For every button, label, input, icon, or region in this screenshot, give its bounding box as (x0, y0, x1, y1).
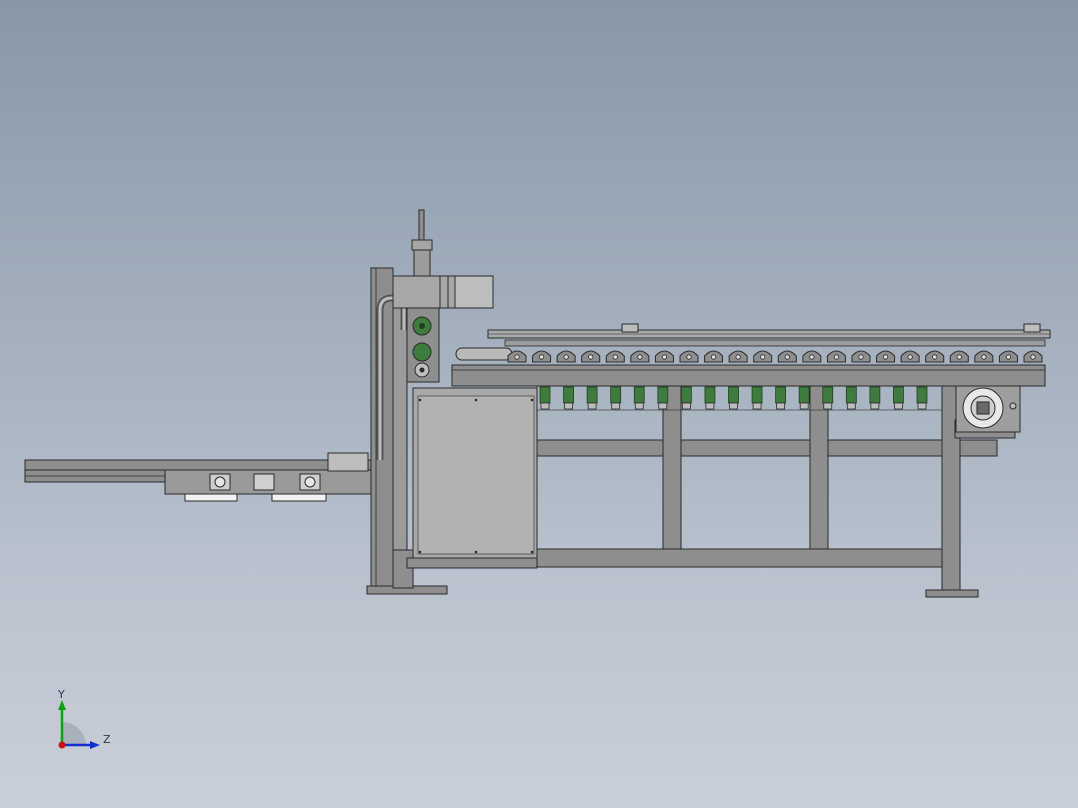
frame-top-beam (451, 364, 1046, 387)
arm-bearing-block-2 (253, 473, 275, 491)
conveyor-roller (1023, 350, 1043, 363)
rail-clamp-right (1023, 323, 1041, 333)
conveyor-roller (753, 350, 773, 363)
roller-bracket (610, 386, 622, 410)
arm-pad-right (271, 493, 327, 502)
conveyor-roller (826, 350, 846, 363)
conveyor-roller (876, 350, 896, 363)
frame-foot (925, 589, 979, 598)
conveyor-roller (532, 350, 552, 363)
coordinate-triad-icon: Y Z (57, 688, 111, 749)
roller-bracket (563, 386, 574, 410)
frame-leg-1 (662, 385, 682, 550)
drive-spindle-cap (411, 239, 433, 251)
gear-upper-hub (419, 323, 425, 329)
roller-bracket (869, 386, 881, 410)
roller-bracket (751, 386, 763, 410)
cabinet-screw-5 (474, 550, 478, 554)
conveyor-roller (851, 350, 871, 363)
frame-upper-rail (536, 439, 998, 457)
triad-y-label: Y (57, 688, 65, 701)
conveyor-roller (974, 350, 994, 363)
triad-origin (58, 741, 66, 749)
roller-bracket (657, 386, 669, 410)
arm-bearing-1 (214, 476, 226, 488)
cabinet-screw-4 (418, 550, 422, 554)
frame-lower-rail (536, 548, 948, 568)
column-rail (392, 289, 408, 591)
roller-bracket (822, 386, 834, 410)
conveyor-roller (900, 350, 920, 363)
conveyor-roller (605, 350, 625, 363)
arm-bearing-3 (304, 476, 316, 488)
servo-motor-body (454, 275, 494, 309)
conveyor-roller (556, 350, 576, 363)
conveyor-roller (630, 350, 650, 363)
triad-z-arrow (90, 741, 100, 749)
conveyor-roller (949, 350, 969, 363)
arm-pad-left (184, 493, 238, 502)
cantilever-arm (24, 452, 376, 502)
gear-middle (412, 342, 432, 362)
cabinet-screw-6 (530, 550, 534, 554)
conveyor-roller (802, 350, 822, 363)
roller-bracket (539, 386, 551, 410)
frame-leg-2 (809, 385, 829, 550)
roller-bracket (916, 386, 928, 410)
drive-spindle (418, 209, 425, 241)
roller-bed (504, 339, 1046, 347)
column-foot (392, 549, 414, 589)
motor-bolt (1009, 402, 1017, 410)
end-drive-motor (955, 385, 1021, 433)
conveyor-roller (654, 350, 674, 363)
drive-cylinder (413, 249, 431, 279)
conveyor-roller (704, 350, 724, 363)
conveyor-roller (998, 350, 1018, 363)
roller-bracket (633, 386, 645, 410)
cabinet-screw-1 (418, 398, 422, 402)
roller-bracket (775, 386, 787, 410)
conveyor-roller (777, 350, 797, 363)
inlet-roller (455, 347, 513, 361)
triad-z-label: Z (103, 733, 111, 746)
roller-bracket (893, 386, 904, 410)
roller-bracket (586, 386, 598, 410)
cabinet-screw-3 (530, 398, 534, 402)
roller-bracket (845, 386, 857, 410)
conveyor-roller (728, 350, 748, 363)
rail-clamp-left (621, 323, 639, 333)
conveyor-roller (925, 350, 945, 363)
cad-viewport[interactable]: Y Z (0, 0, 1078, 808)
roller-bracket (798, 386, 810, 410)
frame-bottom-rail (406, 557, 538, 569)
roller-bracket (704, 386, 716, 410)
bracket-rail (536, 385, 943, 411)
gear-lower-hub (419, 367, 425, 373)
motor-shaft-square (976, 401, 990, 415)
triad-y-arrow (58, 700, 66, 710)
roller-bracket (680, 386, 692, 410)
cabinet-door (417, 395, 535, 555)
roller-bracket (728, 386, 739, 410)
cabinet-screw-2 (474, 398, 478, 402)
arm-clamp (327, 452, 369, 472)
rollers (507, 350, 1043, 363)
green-brackets (539, 386, 928, 410)
conveyor-roller (581, 350, 601, 363)
electrical-cabinet (412, 387, 538, 559)
conveyor-roller (679, 350, 699, 363)
triad-arc (62, 722, 86, 745)
